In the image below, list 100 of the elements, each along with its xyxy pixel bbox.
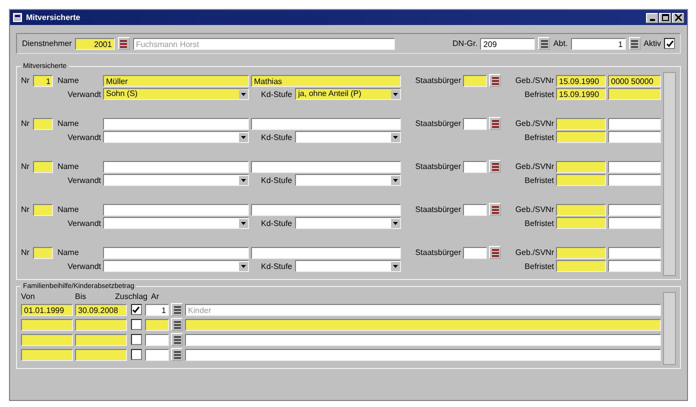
- birth-date-field[interactable]: [556, 160, 606, 172]
- department-field[interactable]: 1: [570, 38, 626, 50]
- from-date-field[interactable]: [21, 348, 73, 360]
- group-field[interactable]: 209: [480, 38, 536, 50]
- lookup-button[interactable]: [171, 333, 183, 346]
- supplement-checkbox[interactable]: [130, 304, 142, 315]
- dropdown-arrow-icon: [391, 262, 400, 270]
- birth-date-field[interactable]: [556, 204, 606, 216]
- minimize-button[interactable]: [646, 12, 658, 22]
- valid-until-field[interactable]: [556, 260, 606, 272]
- child-level-label: Kd-Stufe: [261, 132, 292, 142]
- child-level-dropdown[interactable]: [295, 260, 401, 272]
- scrollbar[interactable]: [663, 292, 676, 365]
- lookup-button[interactable]: [171, 303, 183, 316]
- birth-date-field[interactable]: [556, 246, 606, 258]
- note-field[interactable]: [185, 348, 661, 360]
- lookup-button[interactable]: [171, 318, 183, 331]
- count-field[interactable]: [145, 348, 169, 360]
- from-date-field[interactable]: 01.01.1999: [21, 304, 73, 316]
- lookup-button[interactable]: [628, 37, 641, 50]
- lookup-button[interactable]: [489, 246, 501, 259]
- extra-field[interactable]: [608, 174, 661, 186]
- valid-until-field[interactable]: 15.09.1990: [556, 88, 606, 100]
- number-field[interactable]: [33, 118, 54, 130]
- lookup-button[interactable]: [489, 117, 501, 130]
- citizenship-field[interactable]: [463, 160, 487, 172]
- note-field[interactable]: [185, 334, 661, 346]
- count-field[interactable]: [145, 318, 169, 330]
- to-date-field[interactable]: [75, 334, 127, 346]
- list-icon: [174, 350, 180, 358]
- first-name-field[interactable]: [251, 160, 401, 172]
- child-level-dropdown[interactable]: [295, 174, 401, 186]
- lookup-button[interactable]: [171, 348, 183, 361]
- supplement-checkbox[interactable]: [130, 319, 142, 330]
- number-field[interactable]: [33, 246, 54, 258]
- lookup-button[interactable]: [489, 160, 501, 173]
- active-checkbox[interactable]: [664, 38, 675, 49]
- relation-label: Verwandt: [66, 262, 101, 270]
- child-level-dropdown[interactable]: [295, 217, 401, 229]
- from-date-field[interactable]: [21, 318, 73, 330]
- first-name-field[interactable]: [251, 118, 401, 130]
- from-date-field[interactable]: [21, 334, 73, 346]
- birth-date-field[interactable]: 15.09.1990: [556, 74, 606, 86]
- relation-dropdown[interactable]: Sohn (S): [103, 88, 249, 100]
- lookup-button[interactable]: [538, 37, 550, 50]
- valid-until-field[interactable]: [556, 217, 606, 229]
- number-field[interactable]: [33, 204, 54, 216]
- social-security-field[interactable]: [608, 160, 661, 172]
- surname-field[interactable]: [103, 160, 249, 172]
- count-field[interactable]: [145, 334, 169, 346]
- surname-field[interactable]: [103, 204, 249, 216]
- relation-dropdown[interactable]: [103, 131, 249, 143]
- social-security-field[interactable]: [608, 246, 661, 258]
- social-security-field[interactable]: [608, 204, 661, 216]
- surname-field[interactable]: [103, 246, 249, 258]
- extra-field[interactable]: [608, 217, 661, 229]
- to-date-field[interactable]: [75, 318, 127, 330]
- relation-dropdown[interactable]: [103, 174, 249, 186]
- lookup-button[interactable]: [489, 203, 501, 216]
- supplement-checkbox[interactable]: [130, 349, 142, 360]
- first-name-field[interactable]: [251, 246, 401, 258]
- number-field[interactable]: [33, 160, 54, 172]
- citizenship-field[interactable]: [463, 74, 487, 86]
- scrollbar[interactable]: [663, 72, 676, 276]
- citizenship-field[interactable]: [463, 204, 487, 216]
- surname-field[interactable]: [103, 118, 249, 130]
- citizenship-field[interactable]: [463, 118, 487, 130]
- relation-dropdown[interactable]: [103, 217, 249, 229]
- surname-field[interactable]: Müller: [103, 74, 249, 86]
- first-name-field[interactable]: [251, 204, 401, 216]
- citizenship-field[interactable]: [463, 246, 487, 258]
- to-date-field[interactable]: [75, 348, 127, 360]
- social-security-field[interactable]: [608, 118, 661, 130]
- valid-until-label: Befristet: [524, 218, 554, 228]
- birth-date-field[interactable]: [556, 118, 606, 130]
- valid-until-field[interactable]: [556, 174, 606, 186]
- extra-field[interactable]: [608, 131, 661, 143]
- window-icon: [13, 13, 22, 22]
- lookup-button[interactable]: [489, 74, 501, 87]
- first-name-field[interactable]: Mathias: [251, 74, 401, 86]
- list-icon: [174, 306, 180, 314]
- dropdown-arrow-icon: [239, 90, 248, 98]
- relation-dropdown[interactable]: [103, 260, 249, 272]
- valid-until-field[interactable]: [556, 131, 606, 143]
- maximize-button[interactable]: [659, 12, 671, 22]
- extra-field[interactable]: [608, 260, 661, 272]
- child-level-dropdown[interactable]: [295, 131, 401, 143]
- number-field[interactable]: 1: [33, 74, 54, 86]
- count-field[interactable]: 1: [145, 304, 169, 316]
- extra-field[interactable]: [608, 88, 661, 100]
- to-date-field[interactable]: 30.09.2008: [75, 304, 127, 316]
- child-level-dropdown[interactable]: ja, ohne Anteil (P): [295, 88, 401, 100]
- group-label: DN-Gr.: [452, 39, 478, 48]
- note-field[interactable]: [185, 318, 661, 330]
- lookup-button[interactable]: [118, 37, 130, 50]
- supplement-checkbox[interactable]: [130, 334, 142, 345]
- close-button[interactable]: [672, 12, 684, 22]
- employee-number-field[interactable]: 2001: [74, 38, 115, 50]
- child-level-label: Kd-Stufe: [261, 218, 292, 228]
- social-security-field[interactable]: 0000 50000: [608, 74, 661, 86]
